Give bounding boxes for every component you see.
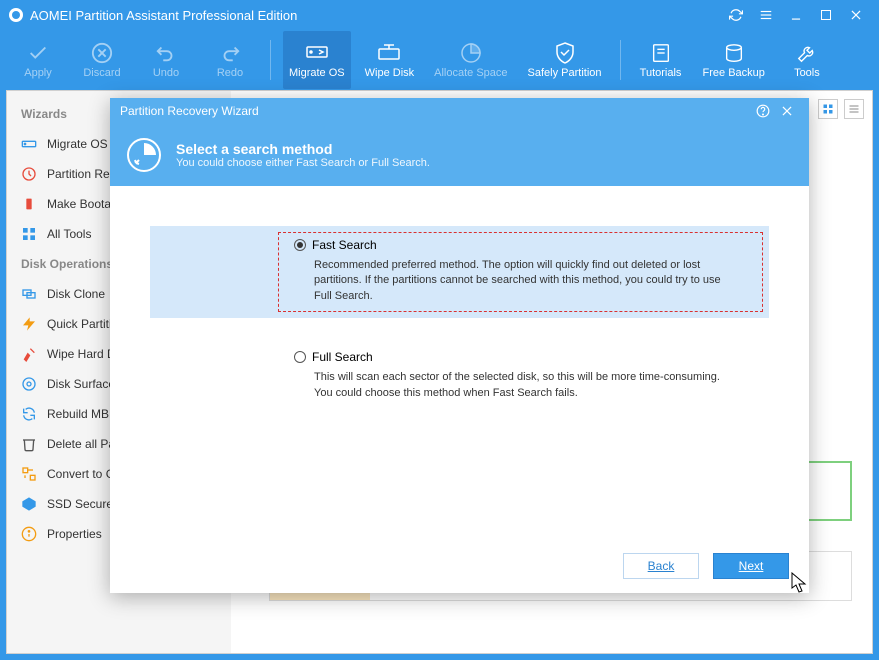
- app-title: AOMEI Partition Assistant Professional E…: [30, 8, 297, 23]
- migrate-os-button[interactable]: Migrate OS: [283, 31, 351, 89]
- usb-icon: [21, 196, 37, 212]
- broom-icon: [21, 346, 37, 362]
- recovery-header-icon: [126, 137, 162, 173]
- check-icon: [26, 41, 50, 65]
- titlebar: AOMEI Partition Assistant Professional E…: [0, 0, 879, 30]
- allocate-space-button: Allocate Space: [428, 31, 513, 89]
- ssd-icon: [21, 496, 37, 512]
- app-logo-icon: [8, 7, 24, 23]
- modal-header: Select a search method You could choose …: [110, 124, 809, 186]
- migrate-icon: [305, 41, 329, 65]
- clone-icon: [21, 286, 37, 302]
- info-icon: [21, 526, 37, 542]
- book-icon: [649, 41, 673, 65]
- fast-search-radio[interactable]: [294, 239, 306, 251]
- discard-button: Discard: [74, 31, 130, 89]
- grid-icon: [21, 226, 37, 242]
- full-search-radio[interactable]: [294, 351, 306, 363]
- modal-close-button[interactable]: [775, 99, 799, 123]
- modal-titlebar: Partition Recovery Wizard: [110, 98, 809, 124]
- refresh-button[interactable]: [721, 0, 751, 30]
- close-button[interactable]: [841, 0, 871, 30]
- modal-header-subtitle: You could choose either Fast Search or F…: [176, 157, 430, 169]
- fast-search-description: Recommended preferred method. The option…: [314, 258, 734, 304]
- fast-search-label: Fast Search: [312, 238, 377, 252]
- backup-icon: [722, 41, 746, 65]
- shield-icon: [553, 41, 577, 65]
- surface-icon: [21, 376, 37, 392]
- undo-button: Undo: [138, 31, 194, 89]
- rebuild-icon: [21, 406, 37, 422]
- full-search-option[interactable]: Full Search This will scan each sector o…: [150, 338, 769, 415]
- view-controls: [818, 99, 864, 119]
- safely-partition-button[interactable]: Safely Partition: [522, 31, 608, 89]
- apply-button: Apply: [10, 31, 66, 89]
- modal-help-button[interactable]: [751, 99, 775, 123]
- x-circle-icon: [90, 41, 114, 65]
- modal-footer: Back Next: [110, 539, 809, 593]
- convert-icon: [21, 466, 37, 482]
- grid-view-button[interactable]: [818, 99, 838, 119]
- list-view-button[interactable]: [844, 99, 864, 119]
- next-button[interactable]: Next: [713, 553, 789, 579]
- menu-button[interactable]: [751, 0, 781, 30]
- recovery-icon: [21, 166, 37, 182]
- tools-button[interactable]: Tools: [779, 31, 835, 89]
- full-search-label: Full Search: [312, 350, 373, 364]
- wipe-icon: [377, 41, 401, 65]
- modal-body: Fast Search Recommended preferred method…: [110, 186, 809, 539]
- drive-icon: [21, 136, 37, 152]
- full-search-description: This will scan each sector of the select…: [314, 370, 734, 401]
- allocate-icon: [459, 41, 483, 65]
- free-backup-button[interactable]: Free Backup: [697, 31, 771, 89]
- tutorials-button[interactable]: Tutorials: [633, 31, 689, 89]
- modal-header-title: Select a search method: [176, 141, 430, 157]
- redo-button: Redo: [202, 31, 258, 89]
- wipe-disk-button[interactable]: Wipe Disk: [359, 31, 421, 89]
- redo-icon: [218, 41, 242, 65]
- fast-search-option[interactable]: Fast Search Recommended preferred method…: [150, 226, 769, 318]
- trash-icon: [21, 436, 37, 452]
- modal-title: Partition Recovery Wizard: [120, 104, 259, 118]
- back-button[interactable]: Back: [623, 553, 699, 579]
- undo-icon: [154, 41, 178, 65]
- partition-recovery-wizard-dialog: Partition Recovery Wizard Select a searc…: [110, 98, 809, 593]
- maximize-button[interactable]: [811, 0, 841, 30]
- minimize-button[interactable]: [781, 0, 811, 30]
- main-toolbar: Apply Discard Undo Redo Migrate OS Wipe …: [0, 30, 879, 90]
- wrench-icon: [795, 41, 819, 65]
- mouse-cursor-icon: [791, 572, 809, 594]
- bolt-icon: [21, 316, 37, 332]
